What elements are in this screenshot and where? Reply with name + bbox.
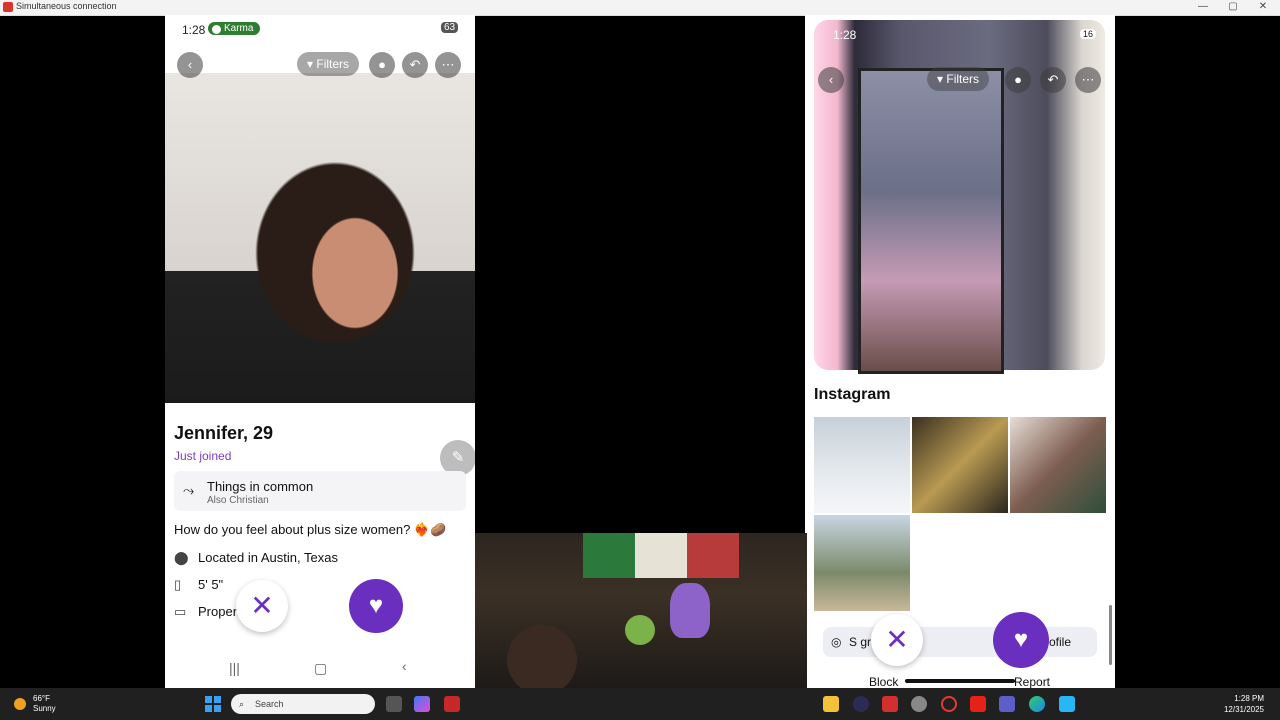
plush-toy	[670, 583, 710, 638]
flag-decoration	[635, 533, 687, 578]
weather-widget[interactable]: 66°F Sunny	[33, 694, 56, 714]
filters-button[interactable]: ▾ Filters	[927, 67, 990, 91]
sun-icon	[14, 698, 26, 710]
left-status-bar: 1:28 Karma 63	[165, 15, 475, 45]
like-heart-button[interactable]: ♥	[993, 612, 1049, 668]
android-nav-bar: ||| ▢ ‹	[165, 655, 475, 685]
undo-icon[interactable]: ↶	[1040, 67, 1066, 93]
windows-taskbar: 66°F Sunny ⌕ Search 1:28 PM 12/31/2025	[0, 688, 1280, 720]
app-icon[interactable]	[882, 696, 898, 712]
minimize-button[interactable]: —	[1188, 0, 1218, 15]
close-button[interactable]: ✕	[1248, 0, 1278, 15]
edge-icon[interactable]	[1029, 696, 1045, 712]
right-phone-screen: 1:28 16 ‹ ▾ Filters ● ↶ ⋯ Instagram ◎ S …	[805, 15, 1115, 688]
back-icon[interactable]: ‹	[402, 658, 407, 674]
profile-link-label: ofile	[1049, 635, 1072, 649]
notepad-icon[interactable]	[1059, 696, 1075, 712]
task-view-icon[interactable]	[386, 696, 402, 712]
webcam-feed	[475, 533, 807, 695]
battery-indicator: 63	[441, 22, 459, 33]
filter-icon: ▾	[307, 57, 314, 71]
filters-label: Filters	[316, 57, 350, 71]
karma-label: Karma	[224, 23, 254, 34]
pass-x-button[interactable]: ✕	[236, 580, 288, 632]
plush-toy	[625, 615, 655, 645]
profile-name: Jennifer, 29	[174, 423, 274, 443]
instagram-photo[interactable]	[912, 417, 1008, 513]
scrollbar[interactable]	[1109, 605, 1112, 665]
back-chevron-icon[interactable]: ‹	[818, 67, 844, 93]
clock-date: 12/31/2025	[1223, 705, 1264, 714]
instagram-section-title: Instagram	[814, 386, 891, 403]
streamer-head	[507, 625, 577, 695]
more-options-icon[interactable]: ⋯	[435, 52, 461, 78]
home-icon[interactable]: ▢	[314, 660, 327, 677]
instagram-icon: ◎	[831, 635, 842, 649]
common-subtitle: Also Christian	[207, 495, 269, 506]
mirror-frame	[858, 68, 1004, 374]
pass-x-button[interactable]: ✕	[871, 614, 923, 666]
karma-badge: Karma	[208, 22, 261, 35]
location-text: Located in Austin, Texas	[198, 550, 338, 565]
opera-icon[interactable]	[941, 696, 957, 712]
profile-question: How do you feel about plus size women? ❤…	[174, 522, 447, 537]
teams-icon[interactable]	[999, 696, 1015, 712]
weather-temp: 66°F	[33, 694, 50, 703]
location-icon: ⬤	[174, 550, 189, 565]
left-phone-screen: 1:28 Karma 63 ‹ ▾ Filters ● ↶ ⋯ Jennifer…	[165, 15, 475, 688]
media-player-icon[interactable]	[853, 696, 869, 712]
youtube-icon[interactable]	[970, 696, 986, 712]
flag-decoration	[687, 533, 739, 578]
copilot-icon[interactable]	[414, 696, 430, 712]
report-button[interactable]: Report	[1014, 675, 1050, 688]
maximize-button[interactable]: ▢	[1218, 0, 1248, 15]
filters-label: Filters	[946, 72, 980, 86]
app-icon[interactable]	[911, 696, 927, 712]
height-icon: ▯	[174, 577, 182, 592]
window-titlebar: Simultaneous connection — ▢ ✕	[0, 0, 1280, 16]
connection-icon: ⤳	[183, 482, 195, 498]
search-placeholder: Search	[255, 699, 284, 709]
window-title: Simultaneous connection	[16, 1, 117, 11]
clock-time: 1:28 PM	[1234, 694, 1264, 703]
briefcase-icon: ▭	[174, 604, 187, 619]
windows-start-icon[interactable]	[205, 696, 221, 712]
status-time: 1:28	[182, 23, 206, 37]
block-button[interactable]: Block	[869, 675, 898, 688]
filters-button[interactable]: ▾ Filters	[297, 52, 360, 76]
location-pin-icon[interactable]: ●	[369, 52, 395, 78]
profile-photo[interactable]	[165, 73, 475, 403]
joined-badge: Just joined	[174, 449, 232, 463]
back-chevron-icon[interactable]: ‹	[177, 52, 203, 78]
recent-apps-icon[interactable]: |||	[229, 660, 240, 676]
location-row: ⬤ Located in Austin, Texas	[174, 550, 338, 566]
instagram-photo[interactable]	[814, 417, 910, 513]
flag-decoration	[583, 533, 635, 578]
taskbar-search-input[interactable]: ⌕ Search	[231, 694, 375, 714]
weather-condition: Sunny	[33, 704, 56, 713]
taskbar-clock[interactable]: 1:28 PM 12/31/2025	[1224, 693, 1264, 715]
file-explorer-icon[interactable]	[823, 696, 839, 712]
location-pin-icon[interactable]: ●	[1005, 67, 1031, 93]
app-icon[interactable]	[444, 696, 460, 712]
search-icon: ⌕	[239, 699, 245, 709]
battery-indicator: 16	[1080, 29, 1097, 39]
karma-icon	[212, 25, 221, 34]
height-text: 5' 5"	[198, 577, 224, 592]
more-options-icon[interactable]: ⋯	[1075, 67, 1101, 93]
instagram-photo[interactable]	[1010, 417, 1106, 513]
things-in-common-card[interactable]: ⤳ Things in common Also Christian	[174, 471, 466, 511]
common-title: Things in common	[207, 479, 314, 494]
height-row: ▯ 5' 5"	[174, 577, 223, 593]
instagram-photo[interactable]	[814, 515, 910, 611]
app-icon	[3, 2, 13, 12]
see-instagram-posts-button[interactable]: ◎ S gram posts ofile	[823, 627, 1097, 657]
undo-icon[interactable]: ↶	[402, 52, 428, 78]
like-heart-button[interactable]: ♥	[349, 579, 403, 633]
filter-icon: ▾	[937, 72, 944, 86]
status-time: 1:28	[833, 28, 857, 42]
home-indicator	[905, 679, 1015, 683]
